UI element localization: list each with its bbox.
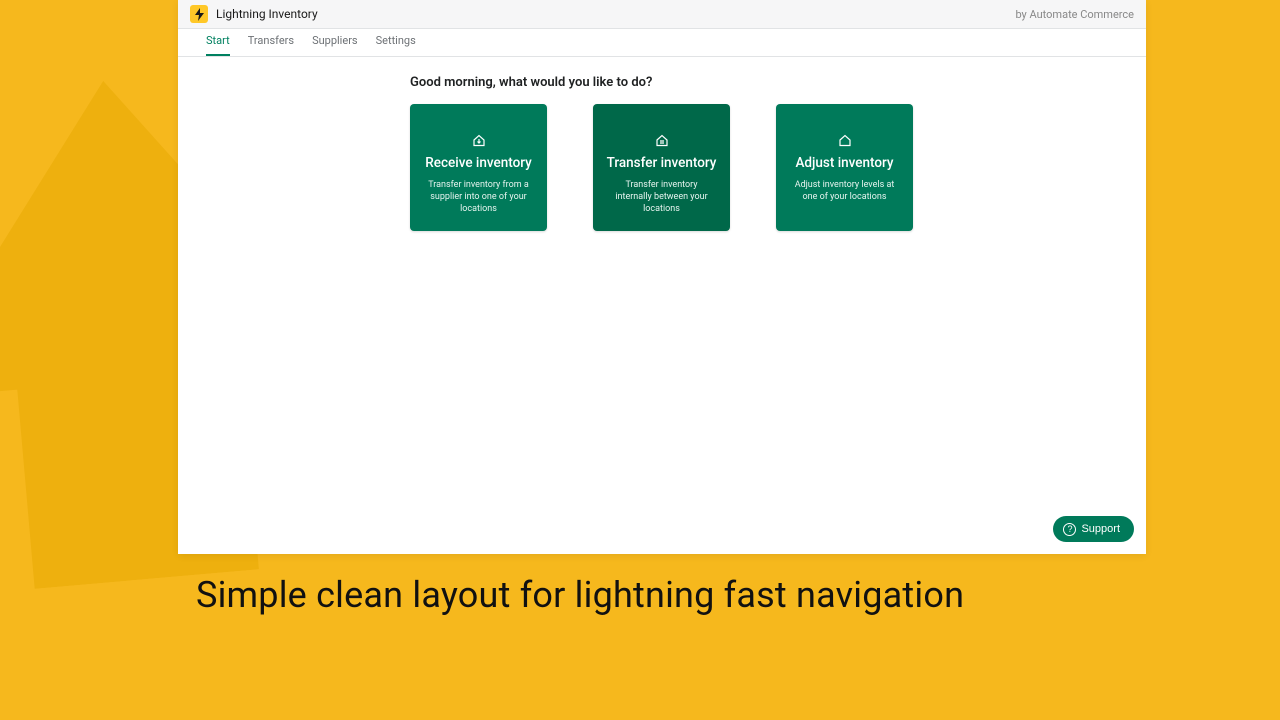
house-swap-icon bbox=[655, 132, 669, 151]
card-adjust-inventory[interactable]: Adjust inventory Adjust inventory levels… bbox=[776, 104, 913, 231]
app-logo-icon bbox=[190, 5, 208, 23]
main-content: Good morning, what would you like to do?… bbox=[178, 57, 1146, 554]
card-receive-inventory[interactable]: Receive inventory Transfer inventory fro… bbox=[410, 104, 547, 231]
tab-suppliers[interactable]: Suppliers bbox=[312, 28, 358, 56]
house-adjust-icon bbox=[838, 132, 852, 151]
promo-background: Lightning Inventory by Automate Commerce… bbox=[0, 0, 1280, 720]
tab-bar: Start Transfers Suppliers Settings bbox=[178, 29, 1146, 57]
greeting-heading: Good morning, what would you like to do? bbox=[410, 75, 1146, 90]
action-cards-row: Receive inventory Transfer inventory fro… bbox=[410, 104, 1146, 231]
card-title: Receive inventory bbox=[425, 155, 531, 171]
header-byline: by Automate Commerce bbox=[1015, 8, 1134, 21]
app-header: Lightning Inventory by Automate Commerce bbox=[178, 0, 1146, 29]
card-desc: Transfer inventory from a supplier into … bbox=[420, 179, 537, 215]
app-window: Lightning Inventory by Automate Commerce… bbox=[178, 0, 1146, 554]
tab-settings[interactable]: Settings bbox=[376, 28, 416, 56]
header-left: Lightning Inventory bbox=[190, 5, 318, 23]
card-desc: Adjust inventory levels at one of your l… bbox=[786, 179, 903, 203]
app-title: Lightning Inventory bbox=[216, 7, 318, 21]
support-button[interactable]: ? Support bbox=[1053, 516, 1134, 542]
promo-caption: Simple clean layout for lightning fast n… bbox=[196, 574, 964, 616]
card-transfer-inventory[interactable]: Transfer inventory Transfer inventory in… bbox=[593, 104, 730, 231]
card-desc: Transfer inventory internally between yo… bbox=[603, 179, 720, 215]
tab-start[interactable]: Start bbox=[206, 28, 230, 56]
card-title: Transfer inventory bbox=[607, 155, 717, 171]
support-label: Support bbox=[1081, 523, 1120, 535]
house-in-icon bbox=[472, 132, 486, 151]
tab-transfers[interactable]: Transfers bbox=[248, 28, 294, 56]
card-title: Adjust inventory bbox=[795, 155, 893, 171]
help-icon: ? bbox=[1063, 523, 1076, 536]
